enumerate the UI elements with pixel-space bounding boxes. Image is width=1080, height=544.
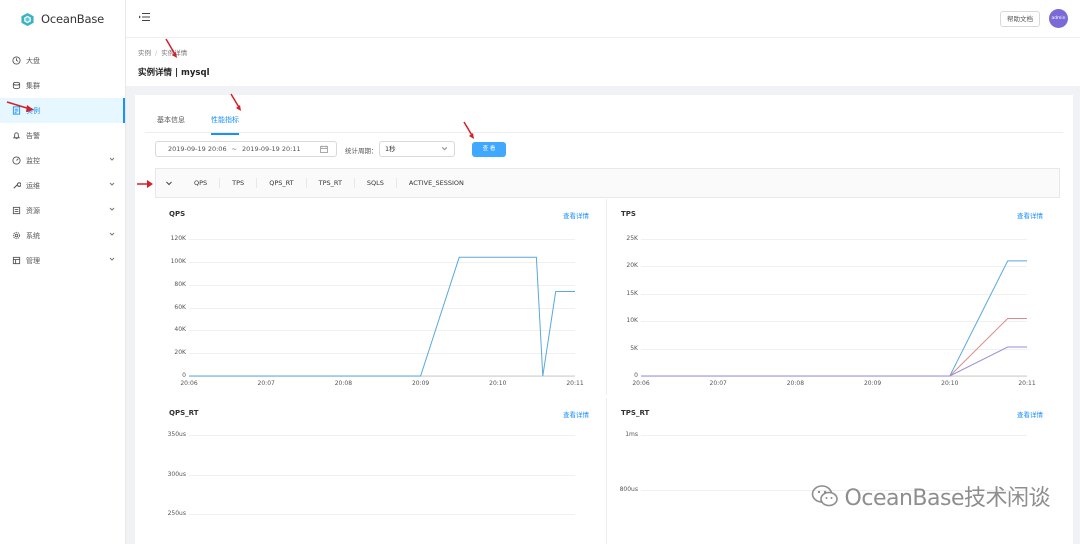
sidebar-item-label: 运维 [26, 181, 40, 190]
calendar-icon [320, 145, 328, 153]
instance-detail-card: 基本信息 性能指标 2019-09-19 20:06 ~ 2019-09-19 … [135, 95, 1073, 544]
annotation-arrow [230, 93, 241, 111]
menu-fold-icon[interactable] [139, 12, 150, 22]
app-name: OceanBase [41, 12, 104, 26]
sidebar-item-label: 集群 [26, 81, 40, 90]
annotation-arrow [6, 101, 34, 112]
gear-icon [12, 231, 21, 240]
top-header: 帮助文档 admin [126, 0, 1080, 38]
breadcrumb-separator: / [155, 49, 158, 57]
page-title: 实例详情 | mysql [138, 68, 210, 78]
chart-plot [189, 256, 575, 377]
page-header: 实例/实例详情 实例详情 | mysql [126, 38, 1080, 86]
sidebar-item-label: 告警 [26, 131, 40, 140]
sidebar-item-system[interactable]: 系统 [0, 223, 125, 248]
gridline [641, 435, 1027, 436]
chevron-down-icon [109, 182, 115, 186]
gridline [189, 474, 575, 476]
wrench-icon [12, 181, 21, 190]
period-select[interactable]: 1秒 [379, 141, 455, 157]
watermark: OceanBase技术闲谈 [811, 480, 1051, 512]
help-docs-button[interactable]: 帮助文档 [1000, 11, 1040, 27]
range-separator: ~ [231, 145, 238, 153]
y-tick-label: 350us [167, 431, 186, 438]
wechat-icon [811, 485, 838, 507]
chevron-down-icon [441, 146, 448, 151]
y-tick-label: 1ms [625, 431, 638, 438]
metric-selector-bar: QPS TPS QPS_RT TPS_RT SQLS ACTIVE_SESSIO… [155, 168, 1060, 198]
sidebar-item-monitor[interactable]: 监控 [0, 148, 125, 173]
sidebar-item-alarm[interactable]: 告警 [0, 123, 125, 148]
chevron-down-icon [166, 181, 172, 186]
monitor-icon [12, 156, 21, 165]
range-start: 2019-09-19 20:06 [168, 145, 227, 153]
view-details-link[interactable]: 查看详情 [1017, 409, 1043, 419]
collapse-toggle[interactable] [156, 179, 182, 187]
bell-icon [12, 131, 21, 140]
database-icon [12, 81, 21, 90]
series-line [641, 318, 1027, 377]
tps-panel: TPS 查看详情 25K 20K 15K 10K 5K 0 20:06 20:07 20:08 2… [607, 199, 1060, 395]
annotation-arrow [463, 121, 474, 139]
watermark-text: OceanBase技术闲谈 [844, 486, 1051, 511]
qps-rt-panel: QPS_RT 查看详情 350us 300us 250us [155, 398, 607, 544]
gridline [189, 514, 575, 516]
series-line [641, 346, 1027, 377]
metric-active-session[interactable]: ACTIVE_SESSION [397, 178, 476, 188]
manage-icon [12, 256, 21, 265]
chevron-down-icon [109, 157, 115, 161]
y-tick-label: 800us [619, 485, 638, 493]
sidebar-item-label: 资源 [26, 206, 40, 215]
y-tick-label: 250us [167, 510, 186, 518]
avatar[interactable]: admin [1049, 9, 1068, 28]
period-label: 统计周期： [345, 147, 378, 155]
chevron-down-icon [109, 232, 115, 236]
metric-tps-rt[interactable]: TPS_RT [307, 178, 355, 188]
sidebar-item-label: 监控 [26, 156, 40, 165]
sidebar-item-resource[interactable]: 资源 [0, 198, 125, 223]
annotation-arrow [165, 38, 177, 58]
gridline [189, 435, 575, 436]
tab-divider [145, 132, 1063, 133]
series-line [641, 260, 1027, 377]
query-button[interactable]: 查 看 [472, 142, 506, 157]
sidebar-item-label: 大盘 [26, 56, 40, 65]
sidebar-item-cluster[interactable]: 集群 [0, 73, 125, 98]
sidebar-item-label: 系统 [26, 231, 40, 240]
panel-title: TPS_RT [621, 409, 650, 417]
breadcrumb-instance-link[interactable]: 实例 [138, 49, 151, 57]
sidebar-item-dashboard[interactable]: 大盘 [0, 48, 125, 73]
sidebar-item-manage[interactable]: 管理 [0, 248, 125, 273]
annotation-arrow [137, 180, 153, 188]
view-details-link[interactable]: 查看详情 [563, 409, 589, 419]
tps-rt-panel: TPS_RT 查看详情 1ms 800us [607, 398, 1060, 544]
sidebar-item-ops[interactable]: 运维 [0, 173, 125, 198]
oceanbase-logo-icon [21, 12, 34, 26]
logo[interactable]: OceanBase [0, 0, 125, 38]
sidebar-nav: 大盘 集群 实例 告警 监控 运维 资源 系统 管理 [0, 48, 125, 273]
panel-title: QPS_RT [169, 409, 199, 417]
chevron-down-icon [109, 257, 115, 261]
chevron-down-icon [109, 207, 115, 211]
chart-plot [641, 260, 1027, 377]
resource-icon [12, 206, 21, 215]
sidebar: OceanBase 大盘 集群 实例 告警 监控 运维 资源 系统 管理 [0, 0, 126, 544]
qps-panel: QPS 查看详情 120K 100K 80K 60K 40K 20K 0 20:06 20:07… [155, 199, 607, 395]
period-value: 1秒 [385, 145, 396, 153]
series-line [189, 256, 575, 377]
metric-qps-rt[interactable]: QPS_RT [257, 178, 307, 188]
y-tick-label: 300us [167, 470, 186, 478]
sidebar-item-label: 管理 [26, 256, 40, 265]
date-range-picker[interactable]: 2019-09-19 20:06 ~ 2019-09-19 20:11 [155, 141, 337, 157]
clock-icon [12, 56, 21, 65]
range-end: 2019-09-19 20:11 [242, 145, 301, 153]
breadcrumb: 实例/实例详情 [138, 47, 1080, 57]
metric-sqls[interactable]: SQLS [355, 178, 397, 188]
metric-tps[interactable]: TPS [220, 178, 258, 188]
metric-qps[interactable]: QPS [182, 178, 221, 188]
